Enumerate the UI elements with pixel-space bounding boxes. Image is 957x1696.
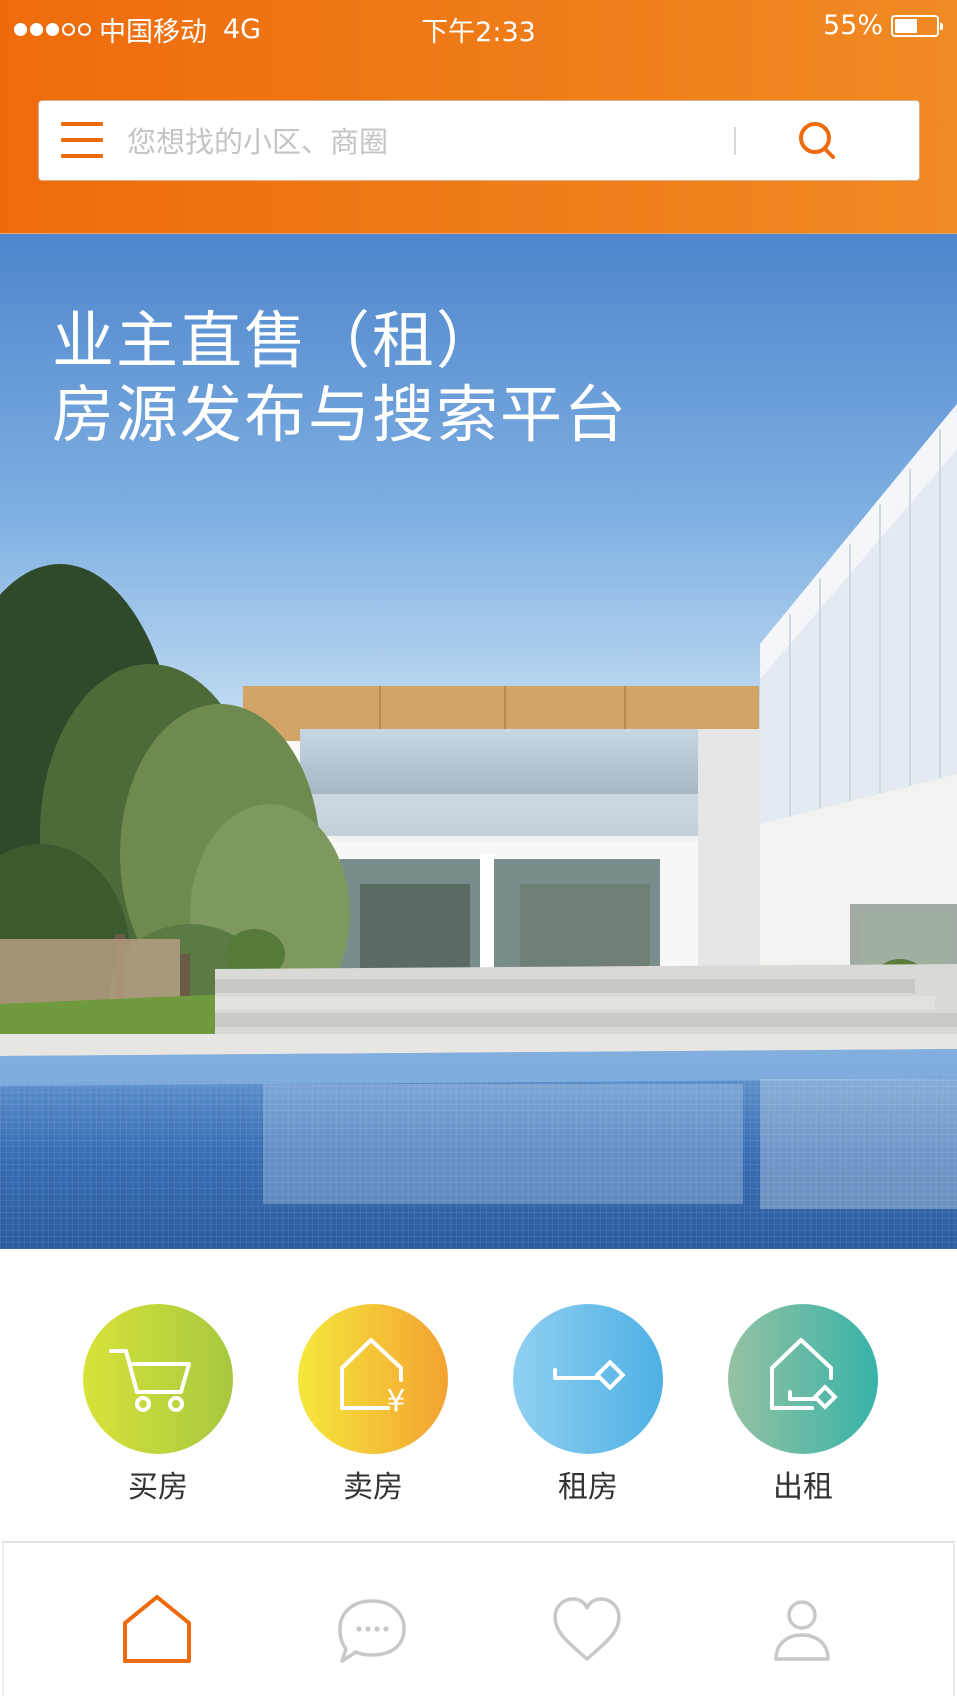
category-lease-button[interactable]: 出租 (723, 1304, 883, 1506)
category-buy-label: 买房 (128, 1470, 188, 1505)
category-row: 买房 ¥ 卖房 租房 出租 (0, 1249, 957, 1541)
search-divider (734, 127, 736, 155)
battery-level (895, 18, 917, 33)
search-bar (38, 100, 920, 181)
search-icon[interactable] (796, 119, 842, 165)
hero-title: 业主直售（租） 房源发布与搜索平台 (52, 304, 628, 452)
battery-icon (891, 14, 943, 37)
heart-icon (553, 1597, 621, 1661)
category-lease-circle[interactable] (728, 1304, 878, 1454)
category-sell-circle[interactable]: ¥ (298, 1304, 448, 1454)
category-buy-button[interactable]: 买房 (78, 1304, 238, 1506)
tab-home[interactable] (117, 1593, 197, 1665)
category-sell-button[interactable]: ¥ 卖房 (293, 1304, 453, 1506)
category-buy-circle[interactable] (83, 1304, 233, 1454)
status-right: 55% (822, 10, 943, 41)
category-rent-label: 租房 (558, 1470, 618, 1505)
house-key-icon (770, 1338, 838, 1410)
tab-messages[interactable] (332, 1593, 412, 1665)
tab-favorites[interactable] (547, 1593, 627, 1665)
status-time: 下午2:33 (421, 17, 536, 48)
menu-icon[interactable] (61, 122, 103, 160)
category-sell-label: 卖房 (343, 1470, 403, 1505)
key-icon (553, 1359, 626, 1391)
search-input[interactable] (125, 119, 749, 165)
hero-banner[interactable]: 业主直售（租） 房源发布与搜索平台 (0, 234, 957, 1249)
category-rent-button[interactable]: 租房 (508, 1304, 668, 1506)
category-rent-circle[interactable] (513, 1304, 663, 1454)
bottom-tab-bar (2, 1541, 955, 1696)
battery-percent: 55% (822, 10, 883, 41)
status-bar: 中国移动 4G 下午2:33 55% (0, 0, 957, 54)
chat-icon (338, 1599, 406, 1663)
shopping-cart-icon (109, 1349, 191, 1412)
tab-profile[interactable] (762, 1593, 842, 1665)
house-yen-icon: ¥ (340, 1338, 406, 1419)
app-header: 中国移动 4G 下午2:33 55% (0, 0, 957, 234)
category-lease-label: 出租 (773, 1470, 833, 1505)
svg-text:¥: ¥ (386, 1384, 405, 1419)
home-icon (123, 1595, 191, 1663)
hero-title-line2: 房源发布与搜索平台 (52, 378, 629, 451)
user-icon (774, 1600, 830, 1661)
hero-title-line1: 业主直售（租） (52, 304, 501, 377)
